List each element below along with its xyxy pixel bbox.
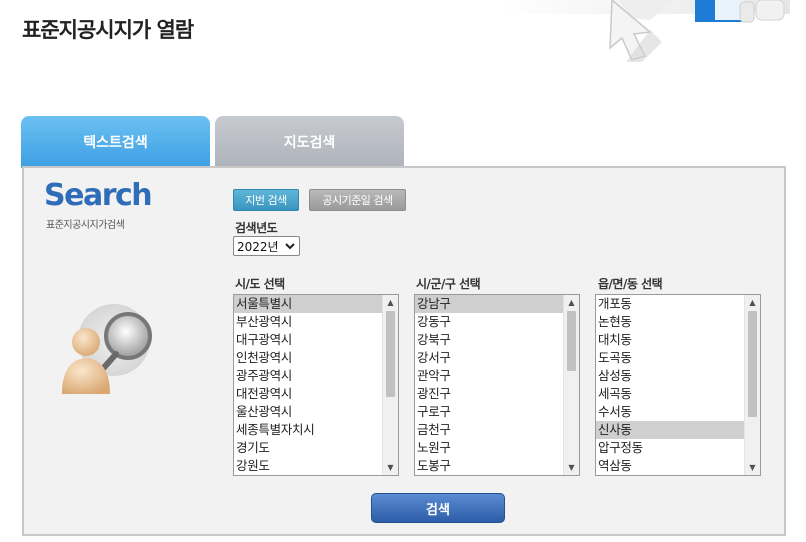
year-select[interactable]: 2022년 — [233, 236, 300, 256]
dong-scrollbar[interactable]: ▲ ▼ — [744, 295, 760, 475]
list-option[interactable]: 울산광역시 — [234, 403, 382, 421]
list-option[interactable]: 수서동 — [596, 403, 744, 421]
page: 표준지공시지가 열람 텍스트검색 지도검색 Search 표준지공시지가검색 지… — [0, 0, 806, 542]
list-option[interactable]: 서울특별시 — [234, 295, 382, 313]
sido-listbox[interactable]: 서울특별시 부산광역시 대구광역시 인천광역시 광주광역시 대전광역시 울산광역시 세종특별자… — [233, 294, 399, 476]
list-option[interactable]: 구로구 — [415, 403, 563, 421]
sigungu-listbox[interactable]: 강남구 강동구 강북구 강서구 관악구 광진구 구로구 금천구 노원구 도봉구 ▲ ▼ — [414, 294, 580, 476]
chevron-down-icon — [285, 243, 295, 250]
search-logo: Search — [44, 178, 153, 213]
list-option[interactable]: 개포동 — [596, 295, 744, 313]
sigungu-scrollbar[interactable]: ▲ ▼ — [563, 295, 579, 475]
list-option[interactable]: 압구정동 — [596, 439, 744, 457]
scroll-down-arrow-icon[interactable]: ▼ — [564, 460, 579, 475]
announcement-date-search-button[interactable]: 공시기준일 검색 — [309, 189, 406, 211]
list-option[interactable]: 노원구 — [415, 439, 563, 457]
jibun-search-button[interactable]: 지번 검색 — [233, 189, 299, 211]
scroll-down-arrow-icon[interactable]: ▼ — [383, 460, 398, 475]
search-logo-subtitle: 표준지공시지가검색 — [46, 220, 125, 231]
list-option[interactable]: 대전광역시 — [234, 385, 382, 403]
scrollbar-thumb[interactable] — [567, 311, 576, 371]
dong-options: 개포동 논현동 대치동 도곡동 삼성동 세곡동 수서동 신사동 압구정동 역삼동 — [596, 295, 744, 475]
scroll-up-arrow-icon[interactable]: ▲ — [745, 295, 760, 310]
scroll-down-arrow-icon[interactable]: ▼ — [745, 460, 760, 475]
scrollbar-thumb[interactable] — [386, 311, 395, 397]
user-search-illustration — [54, 298, 164, 398]
year-select-value: 2022년 — [237, 239, 279, 254]
tab-text-search[interactable]: 텍스트검색 — [21, 116, 210, 168]
list-option[interactable]: 강서구 — [415, 349, 563, 367]
dong-list-label: 읍/면/동 선택 — [598, 277, 663, 291]
list-option[interactable]: 역삼동 — [596, 457, 744, 475]
list-option[interactable]: 부산광역시 — [234, 313, 382, 331]
list-option[interactable]: 인천광역시 — [234, 349, 382, 367]
list-option[interactable]: 세종특별자치시 — [234, 421, 382, 439]
list-option[interactable]: 금천구 — [415, 421, 563, 439]
list-option[interactable]: 논현동 — [596, 313, 744, 331]
list-option[interactable]: 대구광역시 — [234, 331, 382, 349]
sigungu-options: 강남구 강동구 강북구 강서구 관악구 광진구 구로구 금천구 노원구 도봉구 — [415, 295, 563, 475]
sido-list-label: 시/도 선택 — [235, 277, 285, 291]
sigungu-list-label: 시/군/구 선택 — [416, 277, 481, 291]
hero-illustration — [500, 0, 790, 62]
list-option[interactable]: 세곡동 — [596, 385, 744, 403]
scroll-up-arrow-icon[interactable]: ▲ — [564, 295, 579, 310]
sido-options: 서울특별시 부산광역시 대구광역시 인천광역시 광주광역시 대전광역시 울산광역시 세종특별자… — [234, 295, 382, 475]
search-panel: Search 표준지공시지가검색 지번 검색 공시기준일 검색 검색년도 202… — [22, 166, 786, 536]
list-option[interactable]: 강북구 — [415, 331, 563, 349]
tab-map-search[interactable]: 지도검색 — [215, 116, 404, 168]
search-button[interactable]: 검색 — [371, 493, 505, 523]
list-option[interactable]: 대치동 — [596, 331, 744, 349]
list-option[interactable]: 삼성동 — [596, 367, 744, 385]
list-option[interactable]: 강동구 — [415, 313, 563, 331]
list-option[interactable]: 강원도 — [234, 457, 382, 475]
list-option[interactable]: 도봉구 — [415, 457, 563, 475]
list-option[interactable]: 경기도 — [234, 439, 382, 457]
year-label: 검색년도 — [235, 221, 278, 235]
scroll-up-arrow-icon[interactable]: ▲ — [383, 295, 398, 310]
list-option[interactable]: 도곡동 — [596, 349, 744, 367]
list-option[interactable]: 광주광역시 — [234, 367, 382, 385]
dong-listbox[interactable]: 개포동 논현동 대치동 도곡동 삼성동 세곡동 수서동 신사동 압구정동 역삼동 ▲ ▼ — [595, 294, 761, 476]
list-option[interactable]: 신사동 — [596, 421, 744, 439]
page-title: 표준지공시지가 열람 — [22, 18, 194, 42]
list-option[interactable]: 광진구 — [415, 385, 563, 403]
scrollbar-thumb[interactable] — [748, 311, 757, 417]
sido-scrollbar[interactable]: ▲ ▼ — [382, 295, 398, 475]
list-option[interactable]: 관악구 — [415, 367, 563, 385]
list-option[interactable]: 강남구 — [415, 295, 563, 313]
